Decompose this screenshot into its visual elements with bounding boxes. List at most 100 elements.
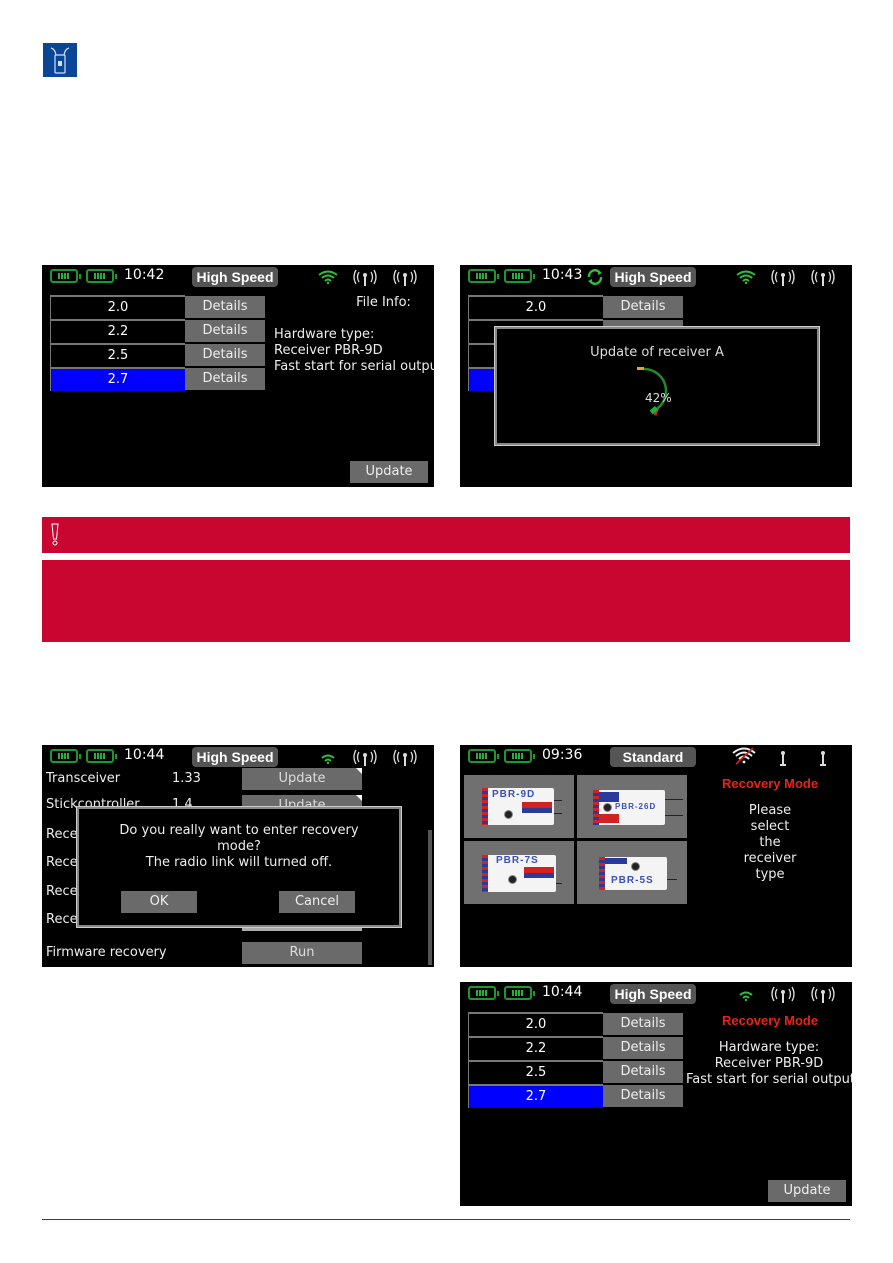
battery-icon bbox=[504, 269, 535, 283]
file-info-line: Fast start for serial outputs bbox=[686, 1072, 852, 1087]
version-cell[interactable]: 2.5 bbox=[50, 343, 185, 367]
version-row[interactable]: 2.0 Details bbox=[468, 295, 684, 319]
details-button[interactable]: Details bbox=[603, 1037, 683, 1059]
dialog-title: Update of receiver A bbox=[590, 345, 724, 360]
antenna-icon bbox=[820, 751, 826, 766]
battery-icon bbox=[50, 749, 81, 763]
firmware-file-select-screen: 10:42 High Speed 2.0 Details 2.2 Details… bbox=[42, 265, 434, 487]
version-cell[interactable]: 2.0 bbox=[468, 1012, 603, 1036]
prompt-line: receiver bbox=[743, 851, 797, 866]
details-button[interactable]: Details bbox=[603, 1013, 683, 1035]
recovery-prompt: Please select the receiver type bbox=[710, 803, 830, 883]
version-cell[interactable]: 2.7 bbox=[50, 367, 185, 391]
mode-badge: Standard bbox=[610, 747, 696, 767]
version-cell[interactable]: 2.0 bbox=[468, 295, 603, 319]
status-bar: 10:44 High Speed bbox=[42, 745, 434, 769]
details-button[interactable]: Details bbox=[185, 320, 265, 342]
details-button[interactable]: Details bbox=[603, 296, 683, 318]
status-bar: 10:44 High Speed bbox=[460, 982, 852, 1006]
receiver-name: PBR-26D bbox=[615, 802, 657, 811]
file-info-line: Hardware type: bbox=[274, 327, 375, 342]
version-row[interactable]: 2.0 Details bbox=[50, 295, 266, 319]
scrollbar[interactable] bbox=[428, 830, 432, 965]
prompt-line: the bbox=[759, 835, 781, 850]
receiver-tile-pbr-9d[interactable]: PBR-9D bbox=[464, 775, 574, 838]
recovery-file-select-screen: 10:44 High Speed 2.0 Details 2.2 Details… bbox=[460, 982, 852, 1206]
antenna-icon bbox=[811, 986, 835, 1003]
receiver-image: PBR-7S bbox=[482, 855, 556, 892]
version-row[interactable]: 2.5 Details bbox=[50, 343, 266, 367]
file-info-line: Receiver PBR-9D bbox=[274, 343, 383, 358]
dialog-line: Do you really want to enter recovery bbox=[119, 823, 359, 838]
battery-icon bbox=[504, 986, 535, 1000]
version-row[interactable]: 2.0 Details bbox=[468, 1012, 684, 1036]
version-row[interactable]: 2.2 Details bbox=[468, 1036, 684, 1060]
antenna-icon bbox=[811, 269, 835, 286]
details-button[interactable]: Details bbox=[603, 1085, 683, 1107]
antenna-icon bbox=[780, 751, 786, 766]
update-button[interactable]: Update bbox=[768, 1180, 846, 1202]
version-row-selected[interactable]: 2.7 Details bbox=[50, 367, 266, 391]
antenna-icon bbox=[393, 269, 417, 286]
details-button[interactable]: Details bbox=[603, 1061, 683, 1083]
version-cell[interactable]: 2.7 bbox=[468, 1084, 603, 1108]
antenna-icon bbox=[771, 986, 795, 1003]
battery-icon bbox=[504, 749, 535, 763]
version-row-selected[interactable]: 2.7 Details bbox=[468, 1084, 684, 1108]
wifi-off-icon bbox=[732, 747, 756, 765]
setting-label: Transceiver bbox=[46, 771, 121, 786]
version-cell[interactable]: 2.0 bbox=[50, 295, 185, 319]
clock: 10:44 bbox=[542, 984, 583, 1000]
setting-label: Rece bbox=[46, 912, 78, 927]
battery-icon bbox=[86, 749, 117, 763]
setting-label: Firmware recovery bbox=[46, 945, 167, 960]
update-progress-screen: 10:43 High Speed 2.0 Details Update of r… bbox=[460, 265, 852, 487]
recovery-receiver-select-screen: 09:36 Standard PBR-9D PBR-26D PBR-7S PBR… bbox=[460, 745, 852, 967]
mode-badge: High Speed bbox=[610, 267, 696, 287]
recovery-confirm-dialog: Do you really want to enter recovery mod… bbox=[77, 807, 401, 927]
mode-badge: High Speed bbox=[192, 267, 278, 287]
battery-icon bbox=[468, 749, 499, 763]
antenna-icon bbox=[353, 269, 377, 286]
version-row[interactable]: 2.5 Details bbox=[468, 1060, 684, 1084]
ok-button[interactable]: OK bbox=[121, 891, 197, 913]
details-button[interactable]: Details bbox=[185, 296, 265, 318]
version-cell[interactable]: 2.5 bbox=[468, 1060, 603, 1084]
antenna-icon bbox=[393, 749, 417, 766]
setting-value: 1.33 bbox=[172, 771, 201, 786]
receiver-image: PBR-9D bbox=[482, 788, 554, 825]
version-row[interactable]: 2.2 Details bbox=[50, 319, 266, 343]
details-button[interactable]: Details bbox=[185, 344, 265, 366]
recovery-mode-title: Recovery Mode bbox=[722, 776, 819, 791]
file-info-line: Hardware type: bbox=[718, 1040, 820, 1055]
battery-icon bbox=[86, 269, 117, 283]
battery-icon bbox=[468, 269, 499, 283]
receiver-antenna-icon bbox=[43, 43, 77, 77]
file-info: File Info: Hardware type: Receiver PBR-9… bbox=[274, 295, 434, 375]
progress-start-marker bbox=[637, 367, 644, 370]
progress-label: 42% bbox=[645, 391, 672, 405]
clock: 09:36 bbox=[542, 747, 583, 763]
version-cell[interactable]: 2.2 bbox=[50, 319, 185, 343]
update-button[interactable]: Update bbox=[242, 768, 362, 790]
dialog-line: mode? bbox=[217, 839, 261, 854]
battery-icon bbox=[50, 269, 81, 283]
receiver-tile-pbr-5s[interactable]: PBR-5S bbox=[577, 841, 687, 904]
details-button[interactable]: Details bbox=[185, 368, 265, 390]
antenna-icon bbox=[353, 749, 377, 766]
update-button[interactable]: Update bbox=[350, 461, 428, 483]
wifi-icon bbox=[739, 991, 753, 1001]
wifi-icon bbox=[318, 270, 338, 284]
version-cell[interactable]: 2.2 bbox=[468, 1036, 603, 1060]
receiver-tile-pbr-7s[interactable]: PBR-7S bbox=[464, 841, 574, 904]
recovery-mode-title: Recovery Mode bbox=[722, 1013, 819, 1028]
receiver-tile-pbr-26d[interactable]: PBR-26D bbox=[577, 775, 687, 838]
cancel-button[interactable]: Cancel bbox=[279, 891, 355, 913]
setting-label: Rece bbox=[46, 827, 78, 842]
receiver-image: PBR-5S bbox=[599, 857, 667, 890]
clock: 10:42 bbox=[124, 267, 165, 283]
footer-divider bbox=[42, 1219, 850, 1220]
clock: 10:44 bbox=[124, 747, 165, 763]
run-button[interactable]: Run bbox=[242, 942, 362, 964]
status-bar: 10:42 High Speed bbox=[42, 265, 434, 289]
